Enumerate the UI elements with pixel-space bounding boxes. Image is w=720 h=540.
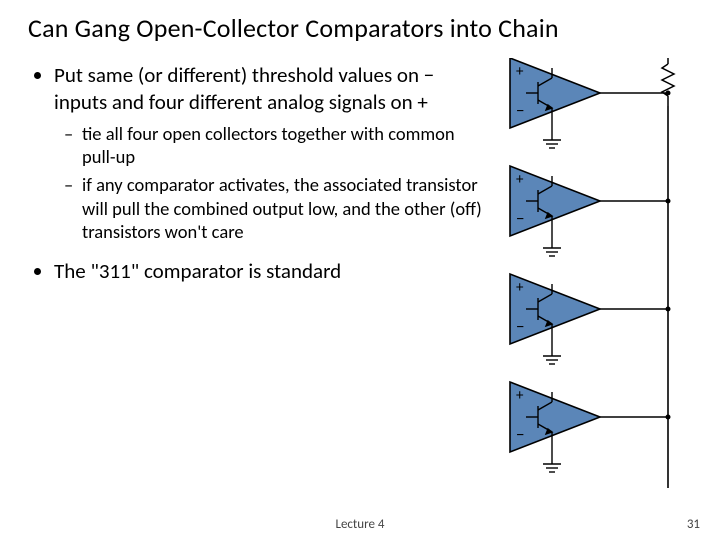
- comparator-1: + −: [510, 58, 671, 148]
- pullup-resistor-icon: [662, 58, 674, 106]
- plus-label: +: [516, 171, 524, 189]
- circuit-svg: + −: [490, 58, 700, 528]
- plus-label: +: [516, 279, 524, 297]
- sub-bullet-1b: if any comparator activates, the associa…: [82, 173, 488, 244]
- footer-page-number: 31: [687, 517, 700, 532]
- bus-node-icon: [666, 415, 671, 420]
- bus-node-icon: [666, 307, 671, 312]
- minus-label: −: [516, 424, 524, 445]
- slide-title: Can Gang Open-Collector Comparators into…: [28, 12, 692, 44]
- minus-label: −: [516, 316, 524, 337]
- comparator-4: + −: [510, 382, 671, 472]
- minus-label: −: [516, 100, 524, 121]
- bus-node-icon: [666, 199, 671, 204]
- bus-node-icon: [666, 91, 671, 96]
- text-column: Put same (or different) threshold values…: [28, 62, 488, 299]
- circuit-diagram: + −: [490, 58, 700, 518]
- ground-icon: [543, 122, 561, 148]
- bullet-list: Put same (or different) threshold values…: [28, 62, 488, 285]
- comparator-2: + −: [510, 166, 671, 256]
- plus-label: +: [516, 63, 524, 81]
- bullet-1: Put same (or different) threshold values…: [54, 62, 488, 244]
- minus-label: −: [516, 208, 524, 229]
- footer-lecture: Lecture 4: [0, 517, 720, 532]
- ground-icon: [543, 446, 561, 472]
- plus-label: +: [516, 387, 524, 405]
- slide: Can Gang Open-Collector Comparators into…: [0, 0, 720, 540]
- ground-icon: [543, 230, 561, 256]
- comparator-3: + −: [510, 274, 671, 364]
- sub-bullet-list: tie all four open collectors together wi…: [54, 122, 488, 244]
- bullet-1-text: Put same (or different) threshold values…: [54, 62, 434, 115]
- bullet-2: The "311" comparator is standard: [54, 258, 488, 285]
- ground-icon: [543, 338, 561, 364]
- sub-bullet-1a: tie all four open collectors together wi…: [82, 122, 488, 169]
